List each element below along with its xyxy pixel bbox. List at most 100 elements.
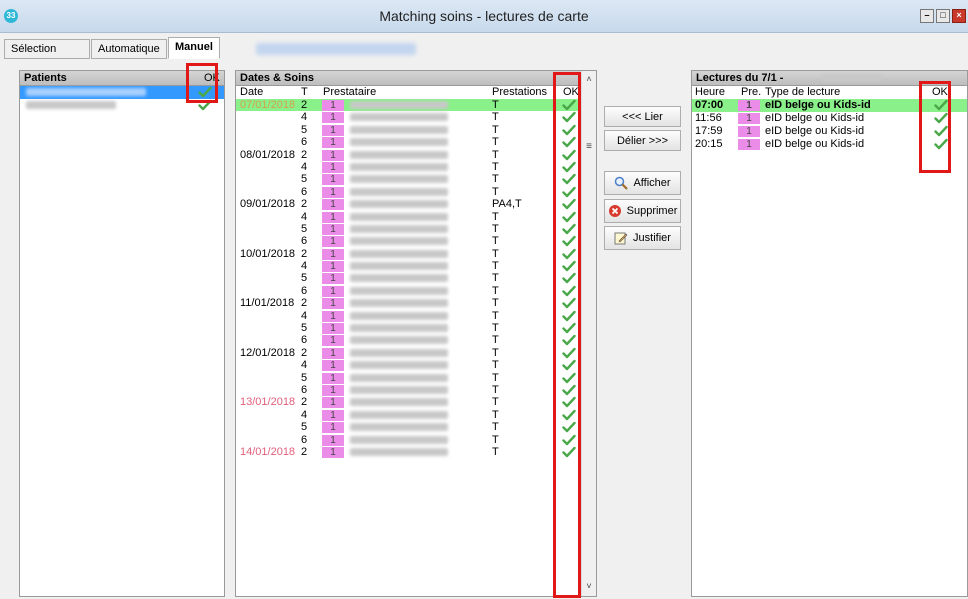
ok-check-icon (562, 384, 576, 396)
prestataire-badge: 1 (322, 397, 344, 409)
soin-date: 14/01/2018 (240, 445, 296, 458)
prestataire-badge: 1 (322, 248, 344, 260)
soin-row[interactable]: 10/01/2018 2 1 T (236, 248, 596, 260)
tab-bar: Sélection Automatique Manuel (0, 34, 968, 60)
ok-check-icon (198, 86, 212, 98)
soin-row[interactable]: 6 1 T (236, 285, 596, 297)
ok-check-icon (562, 396, 576, 408)
col-t: T (301, 86, 308, 98)
prestataire-name-redacted (350, 274, 448, 283)
soin-row[interactable]: 6 1 T (236, 434, 596, 446)
soin-row[interactable]: 11/01/2018 2 1 T (236, 297, 596, 310)
lecture-type: eID belge ou Kids-id (765, 125, 865, 137)
scroll-grip-icon[interactable]: ≡ (584, 141, 594, 152)
prestataire-name-redacted (350, 410, 448, 419)
prestataire-name-redacted (350, 162, 448, 171)
soin-row[interactable]: 13/01/2018 2 1 T (236, 396, 596, 409)
minimize-button[interactable]: – (920, 9, 934, 23)
lecture-row[interactable]: 11:56 1 eID belge ou Kids-id (692, 112, 967, 125)
prestataire-badge: 1 (322, 384, 344, 396)
soin-prestations: T (492, 371, 499, 384)
prestataire-name-redacted (350, 336, 448, 345)
soin-row[interactable]: 5 1 T (236, 272, 596, 285)
delier-button[interactable]: Délier >>> (604, 130, 681, 151)
tab-selection[interactable]: Sélection (4, 39, 90, 59)
soin-row[interactable]: 07/01/2018 2 1 T (236, 99, 581, 112)
tab-automatique[interactable]: Automatique (91, 39, 167, 59)
patient-row[interactable] (20, 99, 224, 112)
prestataire-badge: 1 (322, 124, 344, 136)
soin-row[interactable]: 5 1 T (236, 372, 596, 384)
scroll-down-icon[interactable]: ˅ (584, 581, 594, 591)
ok-check-icon (562, 198, 576, 210)
patients-list[interactable] (20, 86, 224, 112)
soins-scrollbar[interactable]: ˄ ≡ ˅ (581, 71, 596, 596)
soin-tournee: 5 (301, 173, 308, 186)
prestataire-badge: 1 (322, 186, 344, 198)
soin-row[interactable]: 5 1 T (236, 322, 596, 335)
soin-row[interactable]: 14/01/2018 2 1 T (236, 446, 596, 458)
close-button[interactable]: × (952, 9, 966, 23)
ok-check-icon (562, 372, 576, 384)
ok-check-icon (934, 112, 948, 124)
soin-row[interactable]: 5 1 T (236, 223, 596, 235)
soin-row[interactable]: 5 1 T (236, 124, 596, 136)
lecture-heure: 20:15 (695, 138, 723, 150)
ok-check-icon (562, 285, 576, 297)
soin-prestations: T (492, 334, 499, 347)
soin-row[interactable]: 6 1 T (236, 186, 596, 198)
soins-list[interactable]: 07/01/2018 2 1 T 4 1 T 5 1 T 6 1 T 08/01/2018 2 1 T 4 1 T 5 1… (236, 99, 596, 458)
supprimer-button[interactable]: Supprimer (604, 199, 681, 223)
soin-prestations: T (492, 297, 499, 310)
soin-prestations: T (492, 99, 499, 111)
prestataire-badge: 1 (322, 174, 344, 186)
soin-tournee: 2 (301, 297, 308, 310)
soin-row[interactable]: 4 1 T (236, 409, 596, 421)
soin-tournee: 6 (301, 383, 308, 396)
soin-row[interactable]: 4 1 T (236, 260, 596, 273)
justifier-button[interactable]: Justifier (604, 226, 681, 250)
prestataire-badge: 1 (322, 223, 344, 235)
ok-check-icon (562, 223, 576, 235)
lecture-row[interactable]: 20:15 1 eID belge ou Kids-id (692, 138, 967, 151)
col-ok: OK (563, 86, 579, 98)
soin-row[interactable]: 4 1 T (236, 161, 596, 173)
soin-row[interactable]: 09/01/2018 2 1 PA4,T (236, 198, 596, 211)
soin-row[interactable]: 12/01/2018 2 1 T (236, 347, 596, 359)
soin-tournee: 5 (301, 222, 308, 235)
afficher-button[interactable]: Afficher (604, 171, 681, 195)
prestataire-name-redacted (350, 175, 448, 184)
soin-date: 10/01/2018 (240, 247, 296, 260)
soin-tournee: 6 (301, 185, 308, 198)
soin-row[interactable]: 4 1 T (236, 310, 596, 322)
soin-row[interactable]: 4 1 T (236, 359, 596, 372)
ok-check-icon (562, 211, 576, 223)
tab-manuel[interactable]: Manuel (168, 37, 220, 59)
soin-row[interactable]: 6 1 T (236, 235, 596, 248)
soin-row[interactable]: 6 1 T (236, 334, 596, 347)
soin-row[interactable]: 5 1 T (236, 421, 596, 434)
soin-row[interactable]: 6 1 T (236, 136, 596, 149)
lecture-row[interactable]: 17:59 1 eID belge ou Kids-id (692, 125, 967, 138)
soin-prestations: T (492, 160, 499, 173)
prestataire-badge: 1 (322, 100, 344, 111)
ok-check-icon (198, 99, 212, 111)
patients-header: Patients OK (20, 71, 224, 86)
soin-row[interactable]: 4 1 T (236, 111, 596, 124)
soin-row[interactable]: 6 1 T (236, 384, 596, 396)
soin-tournee: 4 (301, 160, 308, 173)
soin-prestations: T (492, 111, 499, 124)
ok-check-icon (562, 111, 576, 123)
patient-row[interactable] (20, 86, 224, 99)
maximize-button[interactable]: □ (936, 9, 950, 23)
lectures-list[interactable]: 07:00 1 eID belge ou Kids-id 11:56 1 eID belg… (692, 99, 967, 151)
soin-row[interactable]: 5 1 T (236, 173, 596, 186)
soin-prestations: T (492, 284, 499, 297)
scroll-up-icon[interactable]: ˄ (584, 74, 594, 84)
lecture-pre-badge: 1 (738, 126, 760, 137)
ok-check-icon (562, 248, 576, 260)
lecture-row[interactable]: 07:00 1 eID belge ou Kids-id (692, 99, 967, 112)
lier-button[interactable]: <<< Lier (604, 106, 681, 127)
soin-row[interactable]: 4 1 T (236, 211, 596, 223)
soin-row[interactable]: 08/01/2018 2 1 T (236, 149, 596, 161)
